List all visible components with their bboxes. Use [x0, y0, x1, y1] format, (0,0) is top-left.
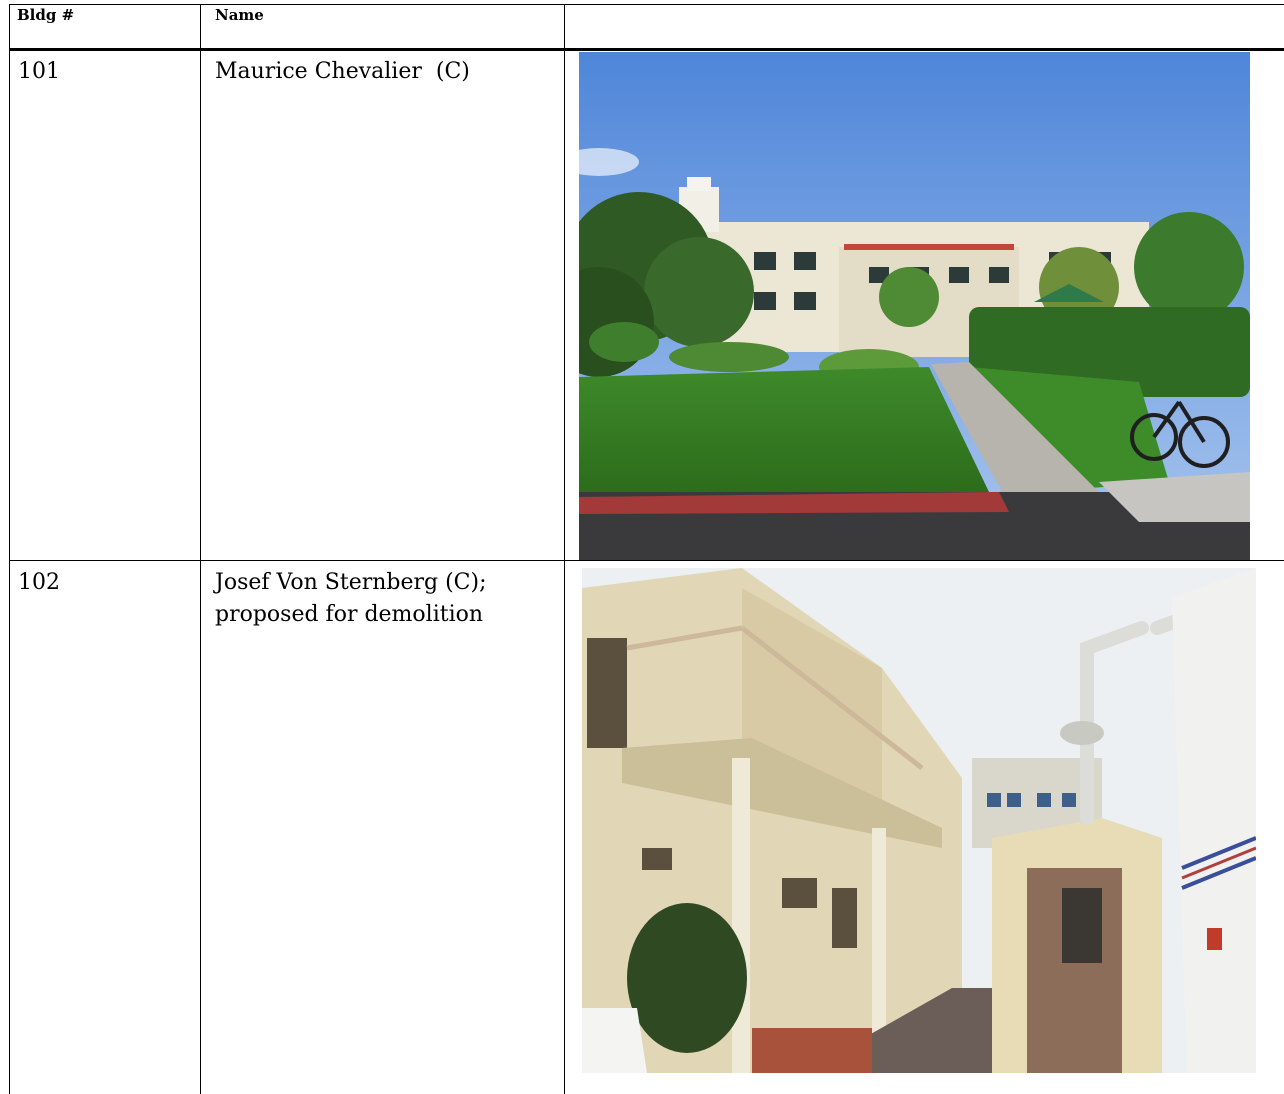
photo-alley-svg — [582, 568, 1256, 1073]
col-divider-1 — [200, 4, 201, 1094]
header-bldg: Bldg # — [17, 6, 75, 24]
row-102-name-line1: Josef Von Sternberg (C); — [215, 570, 487, 595]
row-101-name: Maurice Chevalier (C) — [215, 59, 470, 84]
photo-alley-balcony-building — [582, 568, 1256, 1073]
col-divider-left — [9, 4, 10, 1094]
photo-courtyard-svg — [579, 52, 1250, 560]
header-name: Name — [215, 6, 264, 24]
photo-courtyard-lawn-building — [579, 52, 1250, 560]
row-102-name-line2: proposed for demolition — [215, 602, 484, 627]
row-102-bldg: 102 — [18, 570, 60, 595]
row-101-bldg: 101 — [18, 59, 60, 84]
col-divider-2 — [564, 4, 565, 1094]
